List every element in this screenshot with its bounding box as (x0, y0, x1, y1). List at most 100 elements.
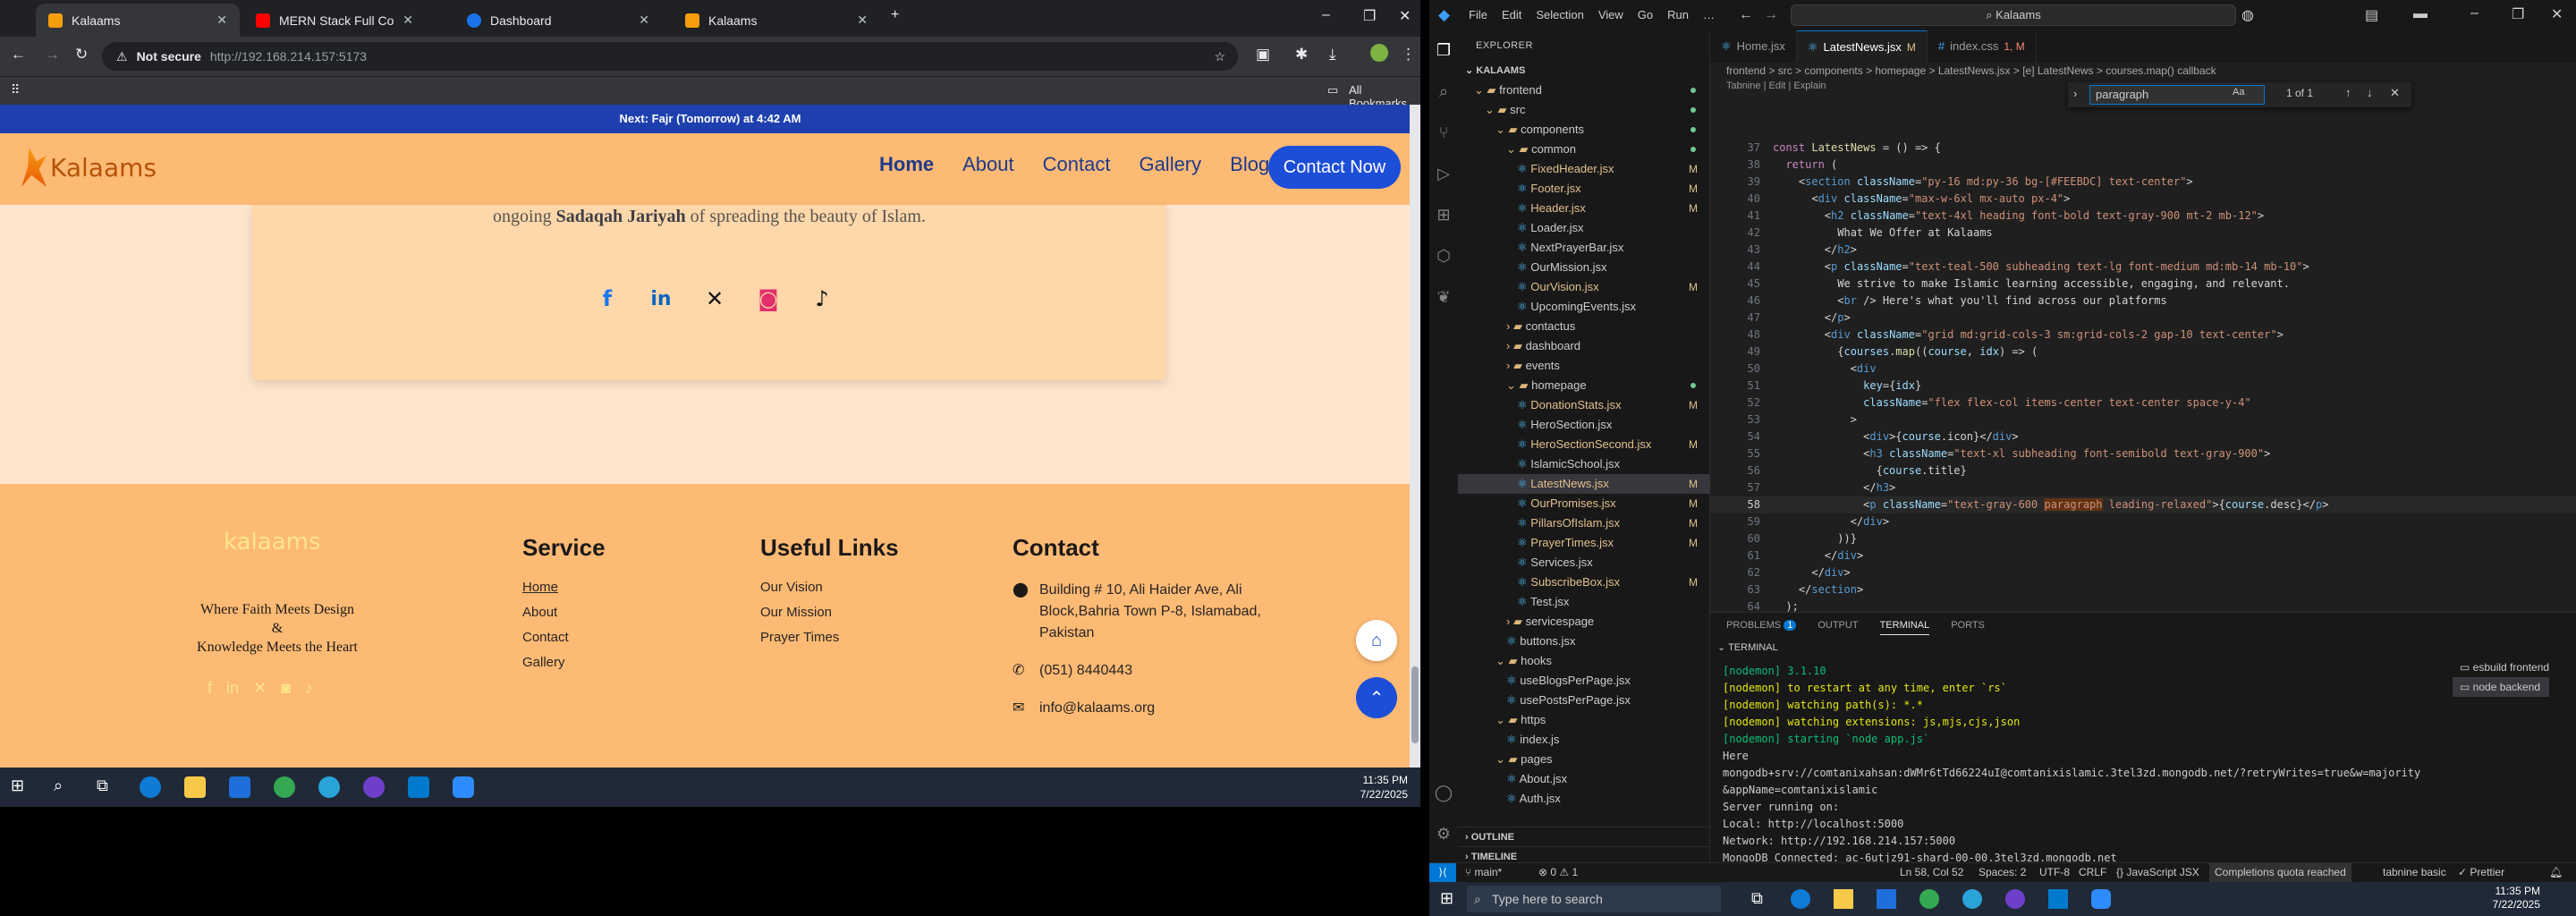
close-tab-icon[interactable]: ✕ (639, 13, 649, 28)
close-tab-icon[interactable]: ✕ (402, 13, 413, 28)
address-bar[interactable]: ⚠ Not secure http://192.168.214.157:5173… (102, 42, 1238, 71)
file-item[interactable]: ⚛ OurPromises.jsx M (1458, 494, 1710, 513)
menu-kebab-icon[interactable]: ⋮ (1401, 46, 1416, 64)
scrollbar-thumb[interactable] (1411, 666, 1419, 743)
new-tab-icon[interactable]: + (891, 7, 899, 23)
profile-avatar[interactable] (1370, 44, 1388, 62)
menu-edit[interactable]: Edit (1502, 8, 1521, 21)
close-tab-icon[interactable]: ✕ (857, 13, 868, 28)
search-icon[interactable]: ⌕ (54, 776, 75, 798)
close-window-icon[interactable]: ✕ (1399, 7, 1411, 25)
folder-item[interactable]: ⌄ ▰ src (1458, 100, 1710, 120)
next-match-icon[interactable]: ↓ (2367, 86, 2373, 99)
code-line[interactable]: 42 What We Offer at Kalaams (1710, 225, 2576, 242)
code-line[interactable]: 55 <h3 className="text-xl subheading fon… (1710, 445, 2576, 462)
forward-icon[interactable]: → (45, 46, 60, 64)
code-line[interactable]: 56 {course.title} (1710, 462, 2576, 479)
remote-indicator-icon[interactable]: ⟩⟨ (1429, 863, 1456, 883)
code-line[interactable]: 43 </h2> (1710, 242, 2576, 259)
left-clock[interactable]: 11:35 PM 7/22/2025 (1360, 773, 1408, 802)
branch-indicator[interactable]: ⑂ main* (1465, 866, 1502, 878)
terminal-item-frontend[interactable]: ▭ esbuild frontend (2453, 657, 2549, 677)
extensions-icon[interactable]: ⊞ (1433, 206, 1454, 227)
folder-item[interactable]: ⌄ ▰ hooks (1458, 651, 1710, 671)
app-icon[interactable] (318, 776, 340, 798)
code-line[interactable]: 52 className="flex flex-col items-center… (1710, 394, 2576, 411)
code-line[interactable]: 37 const LatestNews = () => { (1710, 140, 2576, 157)
code-line[interactable]: 53 > (1710, 411, 2576, 428)
cursor-position[interactable]: Ln 58, Col 52 (1900, 866, 1963, 878)
folder-item[interactable]: › ▰ dashboard (1458, 336, 1710, 356)
github-desktop-icon[interactable] (363, 776, 385, 798)
menu-run[interactable]: Run (1667, 8, 1689, 21)
code-line[interactable]: 50 <div (1710, 360, 2576, 377)
file-item[interactable]: ⚛ Auth.jsx (1458, 789, 1710, 809)
editor-tab-indexcss[interactable]: # index.css 1, M (1928, 30, 2037, 63)
file-item[interactable]: ⚛ LatestNews.jsx M (1458, 474, 1710, 494)
folder-item[interactable]: ⌄ ▰ common (1458, 140, 1710, 159)
close-find-icon[interactable]: ✕ (2390, 86, 2400, 100)
workspace-root[interactable]: ⌄ KALAAMS (1458, 61, 1710, 81)
code-line[interactable]: 40 <div className="max-w-6xl mx-auto px-… (1710, 191, 2576, 208)
browser-tab-kalaams-2[interactable]: Kalaams ✕ (673, 4, 880, 37)
folder-item[interactable]: ⌄ ▰ homepage (1458, 376, 1710, 395)
file-item[interactable]: ⚛ HeroSectionSecond.jsx M (1458, 435, 1710, 454)
code-line[interactable]: 41 <h2 className="text-4xl heading font-… (1710, 208, 2576, 225)
editor-tab-latestnews[interactable]: ⚛ LatestNews.jsx M (1796, 30, 1928, 63)
vscode-taskbar-icon[interactable] (408, 776, 429, 798)
remote-explorer-icon[interactable]: ⬡ (1433, 247, 1454, 268)
code-line[interactable]: 59 </div> (1710, 513, 2576, 530)
zoom-icon[interactable] (453, 776, 474, 798)
menu-file[interactable]: File (1469, 8, 1487, 21)
reload-icon[interactable]: ↻ (75, 46, 88, 64)
file-item[interactable]: ⚛ PillarsOfIslam.jsx M (1458, 513, 1710, 533)
footer-logo[interactable]: kalaams (224, 529, 321, 556)
chrome-icon[interactable] (274, 776, 295, 798)
command-center[interactable]: ⌕ Kalaams (1791, 4, 2236, 26)
code-line[interactable]: 44 <p className="text-teal-500 subheadin… (1710, 259, 2576, 276)
tiktok-icon[interactable]: ♪ (809, 285, 835, 312)
folder-item[interactable]: › ▰ servicespage (1458, 612, 1710, 632)
language-mode[interactable]: {} JavaScript JSX (2116, 866, 2199, 878)
file-item[interactable]: ⚛ IslamicSchool.jsx (1458, 454, 1710, 474)
folder-item[interactable]: ⌄ ▰ pages (1458, 750, 1710, 769)
apps-grid-icon[interactable]: ⠿ (11, 82, 20, 98)
previous-match-icon[interactable]: ↑ (2345, 86, 2351, 99)
store-icon[interactable] (1877, 889, 1896, 909)
task-view-icon[interactable]: ⧉ (97, 776, 118, 798)
contact-now-button[interactable]: Contact Now (1268, 146, 1401, 189)
completions-quota[interactable]: Completions quota reached (2209, 863, 2351, 882)
file-item[interactable]: ⚛ Footer.jsx M (1458, 179, 1710, 199)
folder-item[interactable]: › ▰ events (1458, 356, 1710, 376)
chevron-right-icon[interactable]: › (2073, 87, 2077, 100)
footer-link-mission[interactable]: Our Mission (760, 605, 899, 620)
footer-link-prayer-times[interactable]: Prayer Times (760, 630, 899, 645)
file-item[interactable]: ⚛ buttons.jsx (1458, 632, 1710, 651)
menu-more[interactable]: … (1703, 8, 1715, 21)
edge-icon[interactable] (1791, 889, 1810, 909)
search-icon[interactable]: ⌕ (1433, 82, 1454, 104)
app-icon[interactable] (1962, 889, 1982, 909)
breadcrumb[interactable]: frontend > src > components > homepage >… (1726, 64, 2216, 77)
code-line[interactable]: 58 <p className="text-gray-600 paragraph… (1710, 496, 2576, 513)
file-item[interactable]: ⚛ About.jsx (1458, 769, 1710, 789)
right-clock[interactable]: 11:35 PM 7/22/2025 (2493, 885, 2540, 912)
source-control-icon[interactable]: ⑂ (1433, 123, 1454, 145)
instagram-icon[interactable]: ◙ (755, 285, 782, 312)
page-scrollbar[interactable] (1410, 105, 1420, 768)
file-item[interactable]: ⚛ Loader.jsx (1458, 218, 1710, 238)
panel-tab-terminal[interactable]: TERMINAL (1879, 620, 1930, 635)
file-item[interactable]: ⚛ NextPrayerBar.jsx (1458, 238, 1710, 258)
menu-view[interactable]: View (1598, 8, 1623, 21)
edge-icon[interactable] (140, 776, 161, 798)
footer-link-about[interactable]: About (522, 605, 606, 620)
menu-selection[interactable]: Selection (1536, 8, 1583, 21)
folder-item[interactable]: ⌄ ▰ frontend (1458, 81, 1710, 100)
settings-gear-icon[interactable]: ⚙ (1433, 825, 1454, 846)
vscode-taskbar-icon[interactable] (2048, 889, 2068, 909)
windows-start-icon[interactable]: ⊞ (1440, 889, 1453, 908)
scroll-to-top-button[interactable]: ⌃ (1356, 677, 1397, 718)
code-line[interactable]: 39 <section className="py-16 md:py-36 bg… (1710, 174, 2576, 191)
footer-link-contact[interactable]: Contact (522, 630, 606, 645)
download-icon[interactable]: ⤓ (1329, 46, 1336, 64)
